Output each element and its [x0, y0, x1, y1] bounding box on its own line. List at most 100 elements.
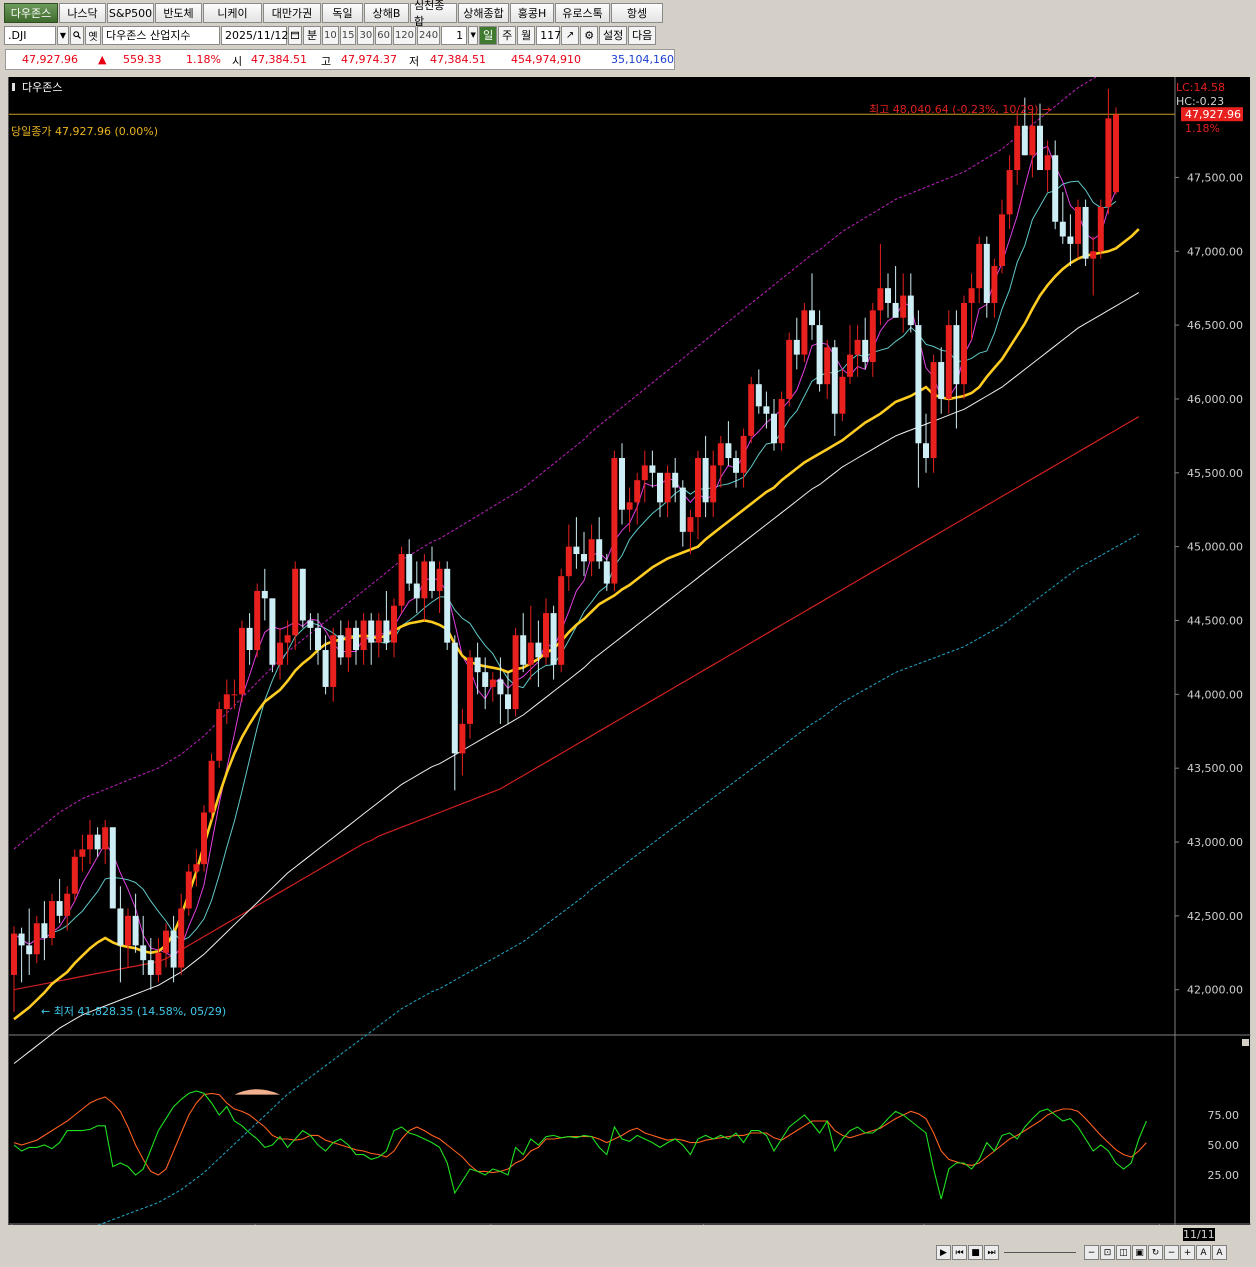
day-button[interactable]: 일	[479, 25, 498, 45]
candle-body	[945, 325, 952, 399]
min-marker-label: ← 최저 41,828.35 (14.58%, 05/29)	[41, 1005, 226, 1018]
candle-body	[505, 694, 511, 710]
tab-10[interactable]: 홍콩H	[510, 3, 554, 23]
candle-body	[755, 384, 762, 407]
candle-body	[398, 554, 405, 606]
candle-body	[231, 694, 238, 696]
zoom-slider[interactable]	[1004, 1252, 1076, 1253]
candle-body	[1052, 155, 1059, 222]
candle-body	[132, 915, 139, 946]
bars-text: 117	[540, 28, 562, 42]
candle-body	[1059, 221, 1066, 237]
candle-body	[277, 642, 283, 665]
candle-body	[330, 635, 337, 687]
high-label: 고	[321, 55, 332, 68]
symbol-name: 다우존스 산업지수	[106, 29, 191, 42]
favorite-icon[interactable]: 옛	[85, 25, 101, 45]
minus-icon[interactable]: −	[1164, 1245, 1179, 1260]
scroll-right-icon[interactable]: ▶	[936, 1245, 951, 1260]
candle-body	[733, 458, 739, 473]
refresh-icon[interactable]: ↻	[1148, 1245, 1163, 1260]
candle-body	[322, 650, 329, 687]
ma-yellow-line	[13, 228, 1140, 1021]
chart-area[interactable]: 42,000.00 42,500.00 43,000.00 43,500.00 44,0…	[8, 50, 1251, 1267]
font-size-icon[interactable]: A	[1196, 1245, 1211, 1260]
tab-3[interactable]: 반도체	[155, 3, 202, 23]
tab-1[interactable]: 나스닥	[59, 3, 106, 23]
day-label: 일	[483, 29, 494, 42]
font-larger-icon[interactable]: A	[1212, 1245, 1227, 1260]
first-icon[interactable]: ⏮	[952, 1245, 967, 1260]
stop-icon[interactable]: ■	[968, 1245, 983, 1260]
candle-body	[877, 288, 884, 311]
candle-body	[527, 642, 534, 665]
view-icon[interactable]: ▣	[1132, 1245, 1147, 1260]
candle-body	[223, 694, 230, 710]
candle-body	[1037, 125, 1043, 171]
candle-body	[413, 583, 420, 599]
next-button[interactable]: 다음	[628, 25, 657, 45]
settings-button[interactable]: 설정	[599, 25, 628, 45]
search-icon[interactable]	[70, 25, 84, 45]
candle-body	[862, 339, 869, 363]
calendar-icon[interactable]	[288, 25, 302, 45]
tab-6[interactable]: 독일	[322, 3, 363, 23]
interval-button-10[interactable]: 10	[322, 25, 339, 45]
quote-bar: 47,927.96 ▲ 559.33 1.18% 시 47,384.51 고 4…	[5, 49, 675, 70]
count-dropdown-icon[interactable]: ▼	[468, 25, 479, 45]
candlestick-chart[interactable]: 42,000.00 42,500.00 43,000.00 43,500.00 44,0…	[9, 50, 1251, 1267]
plus-icon[interactable]: +	[1180, 1245, 1195, 1260]
month-button[interactable]: 월	[517, 25, 536, 45]
tab-2[interactable]: S&P500	[107, 3, 154, 23]
stoch-k-line	[13, 1090, 1147, 1200]
interval-button-60[interactable]: 60	[375, 25, 392, 45]
symbol-text: .DJI	[8, 28, 27, 42]
interval-button-240[interactable]: 240	[417, 25, 441, 45]
interval-button-15[interactable]: 15	[339, 25, 357, 45]
week-button[interactable]: 주	[498, 25, 517, 45]
symbol-field[interactable]: .DJI	[4, 25, 56, 45]
interval-button-30[interactable]: 30	[357, 25, 375, 45]
tab-12[interactable]: 항셍	[611, 3, 663, 23]
last-icon[interactable]: ⏭	[984, 1245, 999, 1260]
gear-icon[interactable]: ⚙	[580, 25, 599, 45]
y-tick-label: 42,500.00	[1187, 910, 1243, 923]
bars-field[interactable]: 117	[536, 25, 562, 45]
candle-body	[155, 952, 162, 975]
zoom-fit-icon[interactable]: ⊡	[1100, 1245, 1115, 1260]
candle-body	[702, 458, 709, 503]
candle-body	[315, 627, 321, 651]
candle-body	[816, 325, 823, 385]
candle-body	[999, 214, 1005, 267]
candle-body	[725, 443, 732, 459]
candle-body	[26, 945, 33, 955]
tab-8[interactable]: 심천종합	[410, 0, 457, 28]
candle-body	[968, 288, 975, 303]
y-tick-label: 46,000.00	[1187, 393, 1243, 406]
candle-body	[1044, 155, 1051, 171]
minute-button[interactable]: 분	[303, 25, 321, 45]
pane-button-icon	[1242, 1039, 1249, 1046]
candle-body	[953, 325, 960, 385]
tab-4[interactable]: 니케이	[203, 3, 262, 23]
candle-body	[467, 657, 473, 724]
count-field[interactable]: 1	[441, 25, 468, 45]
candle-body	[18, 933, 25, 946]
date-field[interactable]: 2025/11/12	[221, 25, 288, 45]
tab-11[interactable]: 유로스톡	[555, 3, 610, 23]
zoom-out-icon[interactable]: −	[1084, 1245, 1099, 1260]
tab-9[interactable]: 상해종합	[458, 3, 509, 23]
symbol-dropdown-icon[interactable]: ▼	[57, 25, 69, 45]
candle-body	[436, 568, 443, 591]
tab-5[interactable]: 대만가권	[263, 3, 321, 23]
drawing-tool-icon[interactable]: ↗	[561, 25, 580, 45]
candle-body	[581, 554, 587, 562]
compare-icon[interactable]: ◫	[1116, 1245, 1131, 1260]
candle-body	[254, 590, 261, 651]
tab-7[interactable]: 상해B	[364, 3, 409, 23]
candle-body	[345, 627, 352, 658]
tab-0[interactable]: 다우존스	[4, 3, 58, 23]
y-tick-label: 47,000.00	[1187, 245, 1243, 258]
scroll-bar: ▶ ⏮ ■ ⏭ − ⊡ ◫ ▣ ↻ − + A A	[8, 1243, 1250, 1263]
interval-button-120[interactable]: 120	[392, 25, 417, 45]
